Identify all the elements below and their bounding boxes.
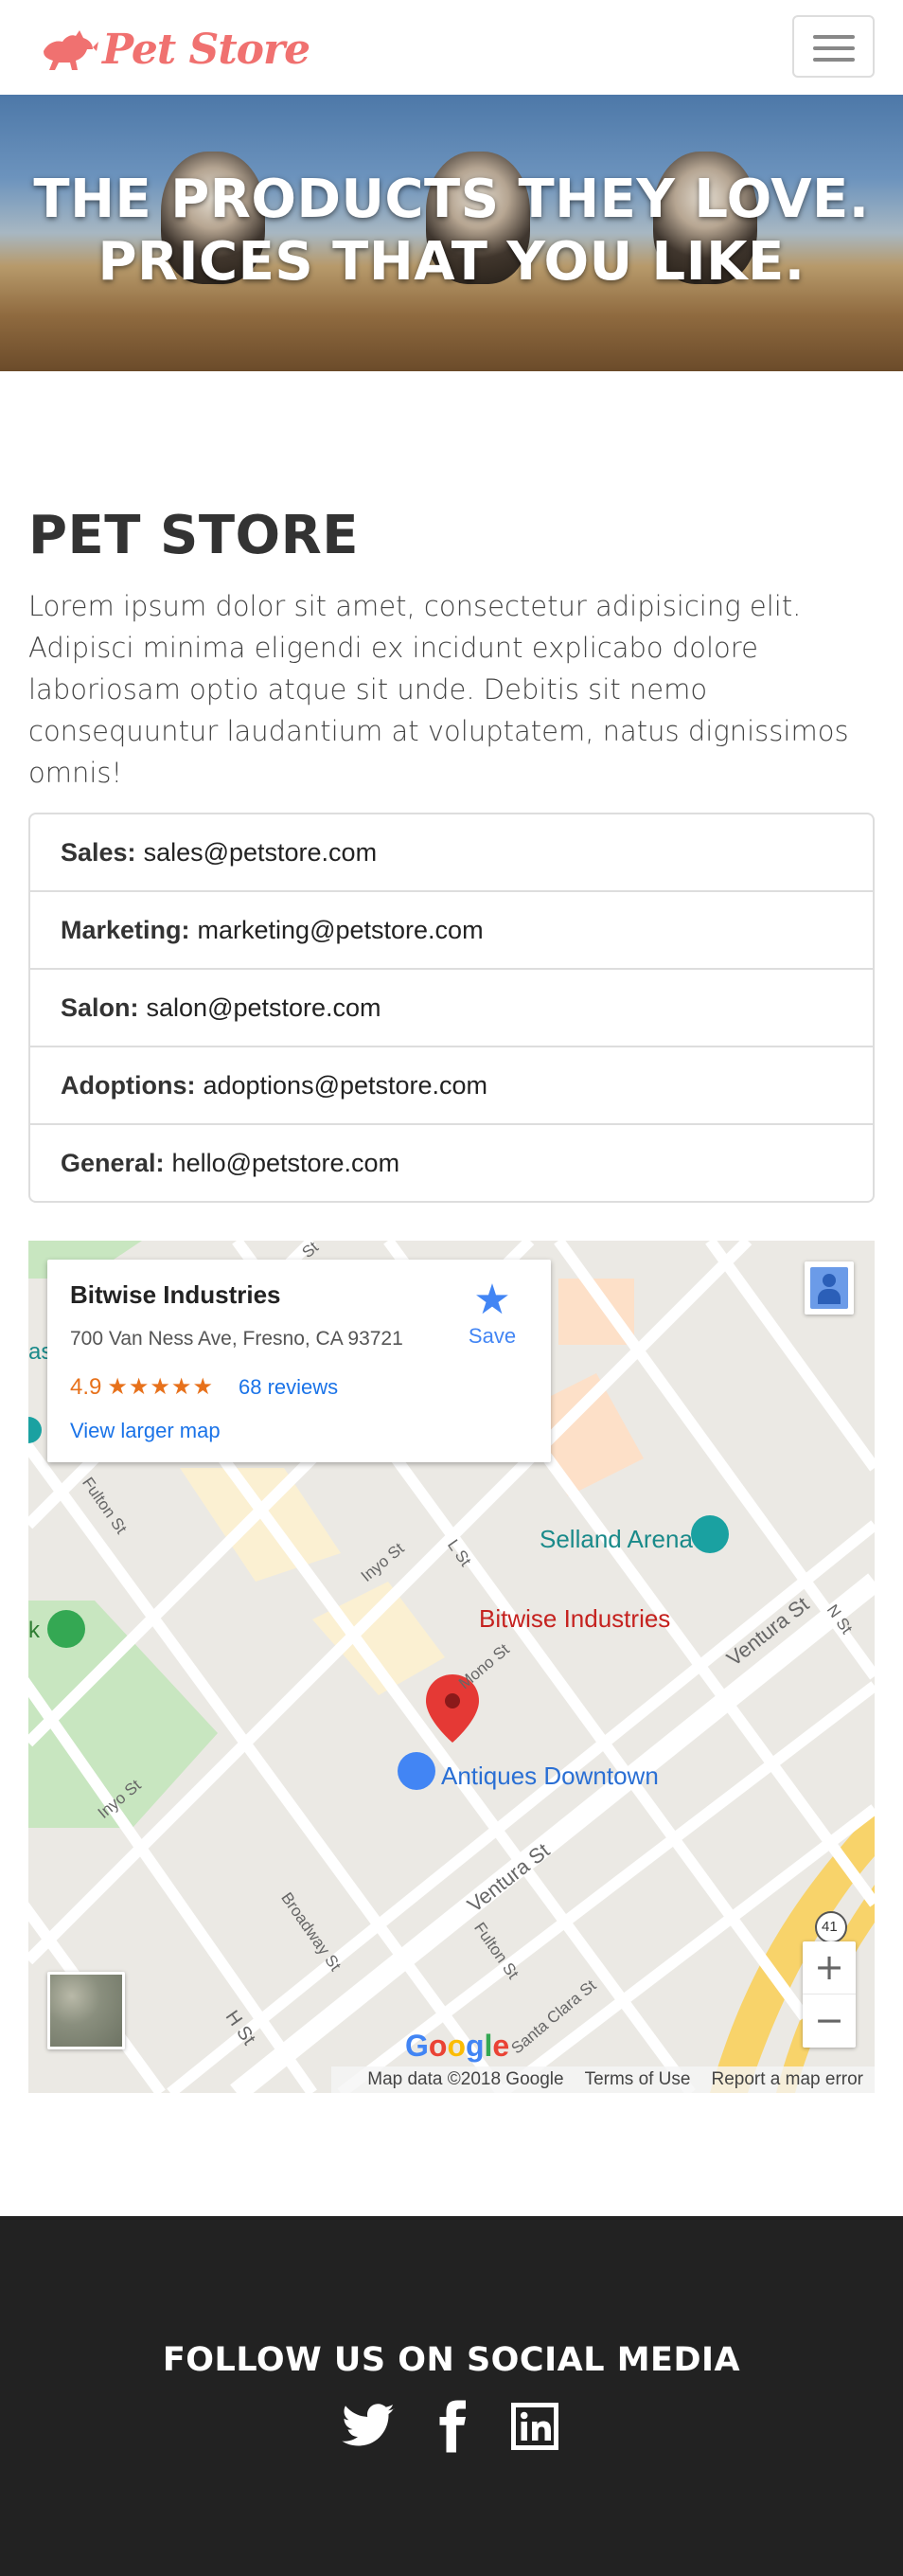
contact-email[interactable]: sales@petstore.com <box>144 838 378 868</box>
rating-stars-icon: ★★★★★ <box>107 1374 214 1400</box>
hero-banner: THE PRODUCTS THEY LOVE. PRICES THAT YOU … <box>0 95 903 371</box>
zoom-controls: + − <box>803 1941 856 2048</box>
pet-logo-icon <box>44 30 98 70</box>
star-icon: ★ <box>473 1277 511 1323</box>
brand-name: Pet Store <box>102 25 310 74</box>
footer: FOLLOW US ON SOCIAL MEDIA <box>0 2216 903 2576</box>
list-item: Marketing: marketing@petstore.com <box>30 890 873 968</box>
hero-title-line: PRICES THAT YOU LIKE. <box>97 231 806 293</box>
footer-title: FOLLOW US ON SOCIAL MEDIA <box>162 2341 741 2379</box>
view-larger-map-link[interactable]: View larger map <box>70 1419 221 1443</box>
place-info-card: Bitwise Industries 700 Van Ness Ave, Fre… <box>47 1260 551 1462</box>
map-attribution: Map data ©2018 Google Terms of Use Repor… <box>331 2066 875 2093</box>
twitter-icon <box>342 2404 395 2446</box>
google-map[interactable]: Selland Arena Bitwise Industries Antique… <box>28 1241 875 2093</box>
hamburger-bar <box>813 58 855 62</box>
contact-email[interactable]: adoptions@petstore.com <box>203 1071 487 1100</box>
save-button[interactable]: ★ Save <box>454 1277 530 1349</box>
terms-of-use-link[interactable]: Terms of Use <box>585 2069 691 2090</box>
map-data-credit: Map data ©2018 Google <box>367 2069 564 2089</box>
contact-email[interactable]: salon@petstore.com <box>147 993 381 1023</box>
contact-email[interactable]: marketing@petstore.com <box>198 916 484 945</box>
place-rating: 4.9 ★★★★★ <box>70 1373 214 1401</box>
rating-value: 4.9 <box>70 1374 102 1400</box>
hero-title-line: THE PRODUCTS THEY LOVE. <box>33 169 870 230</box>
contact-list: Sales: sales@petstore.com Marketing: marke… <box>28 813 875 1203</box>
hamburger-menu-button[interactable] <box>792 15 875 78</box>
zoom-in-button[interactable]: + <box>803 1941 856 1995</box>
list-item: Salon: salon@petstore.com <box>30 968 873 1046</box>
linkedin-icon <box>511 2403 558 2450</box>
map-label-place: Bitwise Industries <box>479 1604 671 1633</box>
list-item: Sales: sales@petstore.com <box>30 814 873 890</box>
twitter-link[interactable] <box>340 2398 397 2455</box>
social-links <box>0 2398 903 2455</box>
brand-logo-link[interactable]: Pet Store <box>38 21 310 78</box>
contact-label: Adoptions: <box>61 1070 196 1100</box>
list-item: General: hello@petstore.com <box>30 1123 873 1201</box>
place-address: 700 Van Ness Ave, Fresno, CA 93721 <box>70 1328 403 1350</box>
google-logo: Google <box>405 2029 510 2063</box>
contact-label: General: <box>61 1148 165 1177</box>
contact-label: Marketing: <box>61 915 190 944</box>
map-label-poi: Selland Arena <box>540 1525 693 1553</box>
hamburger-bar <box>813 35 855 39</box>
map-label-route: 41 <box>822 1919 838 1935</box>
place-name: Bitwise Industries <box>70 1280 281 1309</box>
page-title: PET STORE <box>28 505 360 566</box>
facebook-link[interactable] <box>423 2398 480 2455</box>
save-label: Save <box>468 1324 517 1348</box>
satellite-toggle-button[interactable] <box>47 1972 125 2049</box>
navbar: Pet Store <box>0 0 903 95</box>
zoom-out-button[interactable]: − <box>803 1995 856 2048</box>
about-paragraph: Lorem ipsum dolor sit amet, consectetur … <box>28 590 849 789</box>
report-map-error-link[interactable]: Report a map error <box>711 2069 863 2090</box>
contact-email[interactable]: hello@petstore.com <box>172 1149 400 1178</box>
facebook-icon <box>439 2400 466 2453</box>
contact-label: Sales: <box>61 837 136 867</box>
map-label-poi: Antiques Downtown <box>441 1762 659 1790</box>
reviews-link[interactable]: 68 reviews <box>239 1375 338 1400</box>
list-item: Adoptions: adoptions@petstore.com <box>30 1046 873 1123</box>
contact-label: Salon: <box>61 993 139 1022</box>
map-label-place: k <box>28 1618 40 1643</box>
hero-title: THE PRODUCTS THEY LOVE. PRICES THAT YOU … <box>0 169 903 294</box>
street-view-pegman-icon[interactable] <box>805 1261 854 1315</box>
hamburger-bar <box>813 46 855 50</box>
linkedin-link[interactable] <box>506 2398 563 2455</box>
